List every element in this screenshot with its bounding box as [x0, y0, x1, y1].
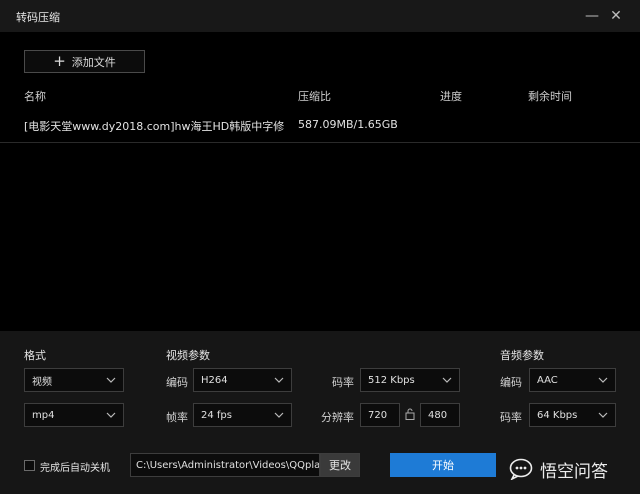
list-divider — [0, 142, 640, 143]
file-ratio: 587.09MB/1.65GB — [298, 118, 398, 131]
output-path-value: C:\Users\Administrator\Videos\QQplayerC — [136, 459, 320, 471]
resolution-width-input[interactable]: 720 — [360, 403, 400, 427]
file-name: [电影天堂www.dy2018.com]hw海王HD韩版中字修 — [24, 120, 285, 133]
video-codec-value: H264 — [201, 374, 228, 386]
column-header-name: 名称 — [24, 90, 46, 103]
format-section-label: 格式 — [24, 349, 46, 362]
video-bitrate-select[interactable]: 512 Kbps — [360, 368, 460, 392]
chevron-down-icon — [598, 377, 608, 383]
fps-value: 24 fps — [201, 409, 232, 421]
add-file-button[interactable]: + 添加文件 — [24, 50, 145, 73]
start-button[interactable]: 开始 — [390, 453, 496, 477]
change-path-button[interactable]: 更改 — [320, 453, 360, 477]
column-header-progress: 进度 — [440, 90, 462, 103]
video-section-label: 视频参数 — [166, 349, 210, 362]
resolution-height-value: 480 — [428, 409, 448, 421]
container-value: mp4 — [32, 409, 55, 421]
audio-bitrate-label: 码率 — [500, 411, 522, 424]
audio-bitrate-select[interactable]: 64 Kbps — [529, 403, 616, 427]
watermark-text: 悟空问答 — [540, 461, 608, 482]
chevron-down-icon — [106, 412, 116, 418]
chevron-down-icon — [106, 377, 116, 383]
minimize-button[interactable]: — — [582, 6, 602, 26]
video-bitrate-value: 512 Kbps — [368, 374, 415, 386]
title-bar: 转码压缩 — ✕ — [0, 0, 640, 32]
add-file-label: 添加文件 — [71, 55, 116, 69]
lock-icon[interactable] — [405, 408, 415, 420]
output-path-input[interactable]: C:\Users\Administrator\Videos\QQplayerC — [130, 453, 320, 477]
chevron-down-icon — [598, 412, 608, 418]
video-codec-label: 编码 — [166, 376, 188, 389]
chevron-down-icon — [442, 377, 452, 383]
container-select[interactable]: mp4 — [24, 403, 124, 427]
video-bitrate-label: 码率 — [332, 376, 354, 389]
audio-codec-label: 编码 — [500, 376, 522, 389]
audio-codec-select[interactable]: AAC — [529, 368, 616, 392]
close-button[interactable]: ✕ — [606, 6, 626, 26]
plus-icon: + — [53, 52, 66, 70]
format-type-value: 视频 — [32, 376, 52, 388]
video-codec-select[interactable]: H264 — [193, 368, 292, 392]
audio-codec-value: AAC — [537, 374, 558, 386]
column-header-remaining: 剩余时间 — [528, 90, 572, 103]
resolution-width-value: 720 — [368, 409, 388, 421]
audio-bitrate-value: 64 Kbps — [537, 409, 578, 421]
auto-shutdown-checkbox[interactable] — [24, 460, 35, 471]
chat-bubble-icon — [509, 458, 533, 480]
auto-shutdown-label: 完成后自动关机 — [40, 463, 110, 474]
chevron-down-icon — [274, 412, 284, 418]
fps-label: 帧率 — [166, 411, 188, 424]
column-header-ratio: 压缩比 — [298, 90, 331, 103]
resolution-height-input[interactable]: 480 — [420, 403, 460, 427]
window-title: 转码压缩 — [16, 11, 60, 24]
resolution-label: 分辨率 — [321, 411, 354, 424]
wukong-watermark: 悟空问答 — [509, 453, 608, 485]
format-type-select[interactable]: 视频 — [24, 368, 124, 392]
audio-section-label: 音频参数 — [500, 349, 544, 362]
chevron-down-icon — [274, 377, 284, 383]
fps-select[interactable]: 24 fps — [193, 403, 292, 427]
